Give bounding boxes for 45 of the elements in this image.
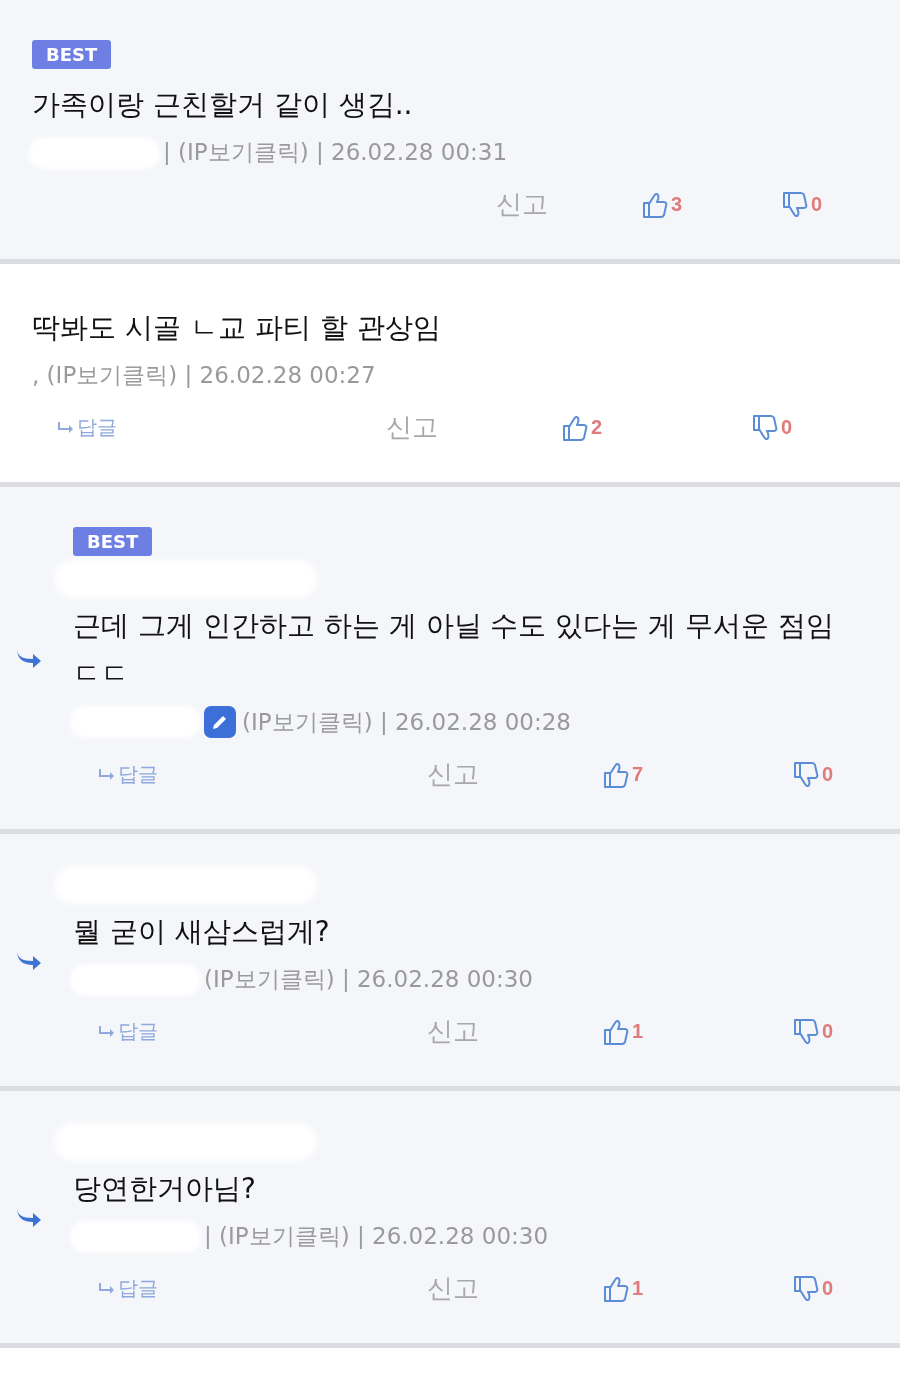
like-button[interactable]: 1 (602, 1274, 644, 1303)
dislike-button[interactable]: 0 (792, 1274, 834, 1303)
comment-text: 가족이랑 근친할거 같이 생김.. (32, 87, 414, 123)
reply-button[interactable]: 답글 (98, 1018, 158, 1045)
comment-meta: , (IP보기클릭) | 26.02.28 00:27 (32, 361, 376, 390)
thumbs-down-icon (792, 1274, 819, 1303)
thumbs-up-icon (602, 1017, 629, 1046)
thumbs-up-icon (641, 190, 668, 219)
like-button[interactable]: 1 (602, 1017, 644, 1046)
report-button[interactable]: 신고 (490, 186, 554, 223)
best-badge: BEST (73, 527, 153, 556)
comment-meta: | (IP보기클릭) | 26.02.28 00:30 (204, 1222, 549, 1251)
thumbs-down-icon (781, 190, 808, 219)
comment-text: 딱봐도 시골 ㄴ교 파티 할 관상임 (32, 310, 442, 346)
report-button[interactable]: 신고 (421, 1013, 485, 1050)
dislike-button[interactable]: 0 (792, 760, 834, 789)
thumbs-up-icon (602, 1274, 629, 1303)
comment-text: 당연한거아님? (73, 1171, 257, 1207)
best-badge: BEST (32, 40, 112, 69)
report-button[interactable]: 신고 (421, 1270, 485, 1307)
report-button[interactable]: 신고 (421, 756, 485, 793)
comment-meta: | (IP보기클릭) | 26.02.28 00:31 (163, 138, 508, 167)
dislike-button[interactable]: 0 (792, 1017, 834, 1046)
reply-button[interactable]: 답글 (98, 1275, 158, 1302)
dislike-button[interactable]: 0 (781, 190, 823, 219)
comment-meta: (IP보기클릭) | 26.02.28 00:28 (242, 707, 571, 737)
comment-text: 근데 그게 인간하고 하는 게 아닐 수도 있다는 게 무서운 점임 ㄷㄷ (73, 608, 835, 692)
thumbs-up-icon (561, 413, 588, 442)
reply-arrow-icon (98, 1282, 116, 1295)
report-button[interactable]: 신고 (380, 409, 444, 446)
thumbs-down-icon (792, 1017, 819, 1046)
thumbs-down-icon (751, 413, 778, 442)
comment-text: 뭘 굳이 새삼스럽게? (73, 914, 331, 950)
like-button[interactable]: 2 (561, 413, 603, 442)
reply-button[interactable]: 답글 (57, 414, 117, 441)
like-button[interactable]: 7 (602, 760, 644, 789)
reply-arrow-icon (57, 421, 75, 434)
reply-arrow-icon (98, 768, 116, 781)
reply-arrow-icon (98, 1025, 116, 1038)
thumbs-up-icon (602, 760, 629, 789)
thumbs-down-icon (792, 760, 819, 789)
like-button[interactable]: 3 (641, 190, 683, 219)
reply-button[interactable]: 답글 (98, 761, 158, 788)
comment-meta: (IP보기클릭) | 26.02.28 00:30 (204, 965, 533, 994)
dislike-button[interactable]: 0 (751, 413, 793, 442)
